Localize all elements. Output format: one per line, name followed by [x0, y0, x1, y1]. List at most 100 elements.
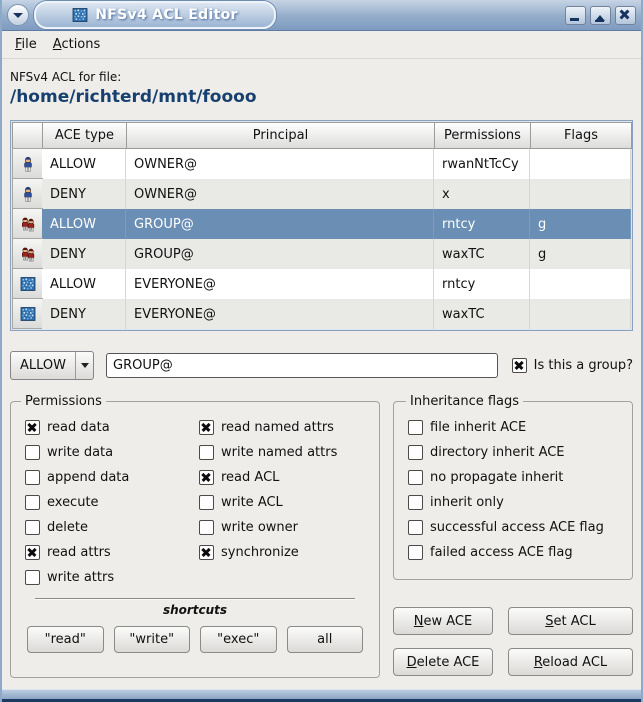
cell-ace-type: ALLOW: [42, 209, 126, 239]
checkbox-write-acl[interactable]: write ACL: [199, 490, 369, 515]
shortcut-read-button[interactable]: "read": [27, 626, 104, 653]
app-icon: [72, 7, 88, 23]
table-row[interactable]: DENY OWNER@ x: [12, 179, 631, 209]
ace-editor-row: ALLOW Is this a group?: [10, 351, 633, 380]
maximize-button[interactable]: [590, 6, 611, 25]
cell-permissions: waxTC: [434, 239, 530, 269]
shortcut-write-button[interactable]: "write": [114, 626, 191, 653]
principal-input[interactable]: [106, 353, 498, 378]
cell-flags: g: [530, 239, 631, 269]
checkbox-inherit-only[interactable]: inherit only: [406, 490, 622, 515]
checkbox-write-attrs[interactable]: write attrs: [25, 565, 195, 590]
table-row-selected[interactable]: ALLOW GROUP@ rntcy g: [12, 209, 631, 239]
separator: [35, 598, 355, 600]
cell-flags: [530, 179, 631, 209]
checkbox-read-data[interactable]: read data: [25, 415, 195, 440]
checkbox-directory-inherit-ace[interactable]: directory inherit ACE: [406, 440, 622, 465]
cell-permissions: waxTC: [434, 299, 530, 329]
cell-principal: EVERYONE@: [126, 269, 434, 299]
acl-table: ACE type Principal Permissions Flags ALL…: [10, 120, 633, 331]
is-group-checkbox[interactable]: Is this a group?: [512, 358, 633, 373]
cell-permissions: rntcy: [434, 209, 530, 239]
checkbox-label: Is this a group?: [534, 358, 633, 373]
table-row[interactable]: ALLOW EVERYONE@ rntcy: [12, 269, 631, 299]
cell-flags: g: [530, 209, 631, 239]
minimize-button[interactable]: [565, 6, 586, 25]
window-title: NFSv4 ACL Editor: [95, 7, 237, 23]
table-row[interactable]: DENY EVERYONE@ waxTC: [12, 299, 631, 329]
title-capsule: NFSv4 ACL Editor: [34, 1, 276, 29]
new-ace-button[interactable]: New ACE: [393, 607, 493, 635]
permissions-groupbox: Permissions read data write data append …: [10, 394, 380, 678]
shortcut-exec-button[interactable]: "exec": [200, 626, 277, 653]
shortcut-all-button[interactable]: all: [287, 626, 364, 653]
reload-acl-button[interactable]: Reload ACL: [508, 648, 633, 676]
everyone-icon: [12, 268, 43, 299]
column-ace-type[interactable]: ACE type: [42, 122, 127, 149]
checkbox-no-propagate-inherit[interactable]: no propagate inherit: [406, 465, 622, 490]
cell-flags: [530, 149, 631, 179]
everyone-icon: [12, 298, 43, 329]
cell-permissions: rwanNtTcCy: [434, 149, 530, 179]
column-icon[interactable]: [12, 122, 43, 149]
set-acl-button[interactable]: Set ACL: [508, 607, 633, 635]
permissions-title: Permissions: [21, 394, 106, 409]
cell-ace-type: DENY: [42, 299, 126, 329]
ace-type-combo[interactable]: ALLOW: [10, 351, 94, 380]
column-permissions[interactable]: Permissions: [434, 122, 531, 149]
window-bottom-frame: [2, 689, 641, 702]
checkbox-write-named-attrs[interactable]: write named attrs: [199, 440, 369, 465]
menu-actions[interactable]: Actions: [53, 37, 101, 52]
user-icon: [12, 148, 43, 179]
cell-ace-type: DENY: [42, 239, 126, 269]
checkbox-synchronize[interactable]: synchronize: [199, 540, 369, 565]
checkbox-read-named-attrs[interactable]: read named attrs: [199, 415, 369, 440]
file-path: /home/richterd/mnt/foooo: [10, 87, 633, 107]
chevron-down-icon: [13, 13, 23, 23]
group-icon: [12, 238, 43, 269]
column-flags[interactable]: Flags: [530, 122, 632, 149]
minimize-icon: [570, 18, 579, 21]
window-menu-button[interactable]: [7, 4, 29, 26]
cell-permissions: x: [434, 179, 530, 209]
table-row[interactable]: ALLOW OWNER@ rwanNtTcCy: [12, 149, 631, 179]
cell-permissions: rntcy: [434, 269, 530, 299]
group-icon: [12, 208, 43, 239]
checkbox-read-attrs[interactable]: read attrs: [25, 540, 195, 565]
cell-principal: OWNER@: [126, 179, 434, 209]
menu-file[interactable]: File: [15, 37, 37, 52]
checkbox-write-data[interactable]: write data: [25, 440, 195, 465]
titlebar: NFSv4 ACL Editor: [2, 0, 641, 31]
cell-flags: [530, 299, 631, 329]
cell-principal: GROUP@: [126, 239, 434, 269]
checkbox-successful-access-ace-flag[interactable]: successful access ACE flag: [406, 515, 622, 540]
checkbox-failed-access-ace-flag[interactable]: failed access ACE flag: [406, 540, 622, 565]
checkbox-execute[interactable]: execute: [25, 490, 195, 515]
table-row[interactable]: DENY GROUP@ waxTC g: [12, 239, 631, 269]
cell-ace-type: ALLOW: [42, 269, 126, 299]
checkbox-delete[interactable]: delete: [25, 515, 195, 540]
inheritance-title: Inheritance flags: [406, 394, 523, 409]
checkbox-append-data[interactable]: append data: [25, 465, 195, 490]
ace-type-combo-value: ALLOW: [11, 352, 75, 379]
cell-principal: OWNER@: [126, 149, 434, 179]
shortcuts-label: shortcuts: [21, 603, 369, 617]
close-button[interactable]: [615, 6, 636, 25]
checkbox-box: [512, 358, 527, 373]
menubar: File Actions: [2, 31, 641, 59]
cell-principal: GROUP@: [126, 209, 434, 239]
window-controls: [565, 6, 636, 25]
file-label: NFSv4 ACL for file:: [10, 70, 633, 84]
inheritance-groupbox: Inheritance flags file inherit ACE direc…: [393, 394, 633, 580]
checkbox-read-acl[interactable]: read ACL: [199, 465, 369, 490]
cell-principal: EVERYONE@: [126, 299, 434, 329]
user-icon: [12, 178, 43, 209]
column-principal[interactable]: Principal: [126, 122, 435, 149]
delete-ace-button[interactable]: Delete ACE: [393, 648, 493, 676]
table-header: ACE type Principal Permissions Flags: [12, 122, 631, 149]
checkbox-file-inherit-ace[interactable]: file inherit ACE: [406, 415, 622, 440]
cell-ace-type: DENY: [42, 179, 126, 209]
cell-ace-type: ALLOW: [42, 149, 126, 179]
chevron-down-icon[interactable]: [76, 352, 93, 379]
checkbox-write-owner[interactable]: write owner: [199, 515, 369, 540]
